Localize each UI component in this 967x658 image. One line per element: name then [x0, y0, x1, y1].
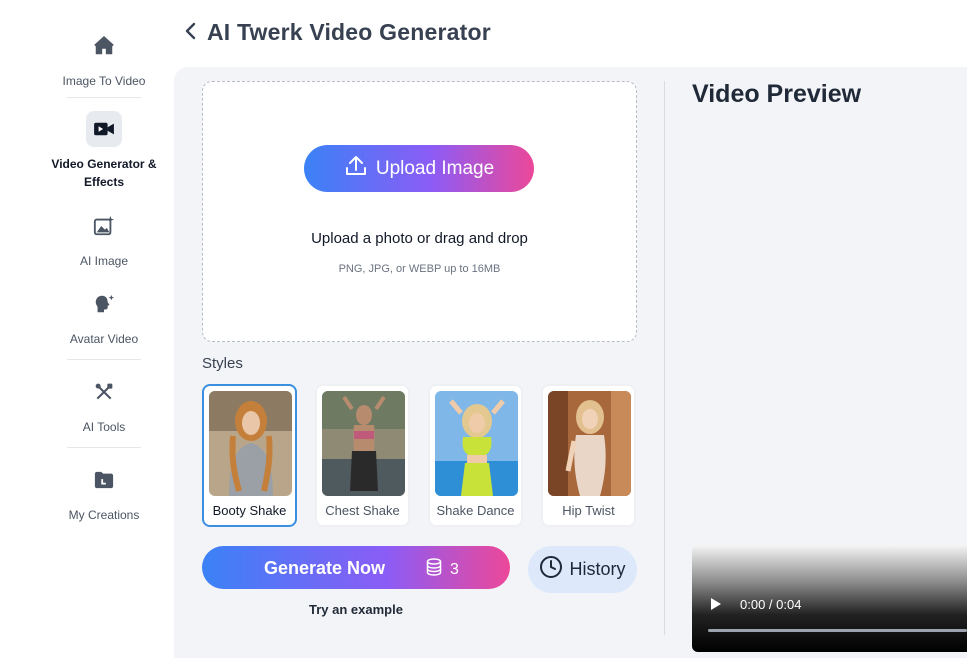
- video-player[interactable]: 0:00 / 0:04: [692, 545, 967, 652]
- home-icon: [86, 28, 122, 64]
- page-title: AI Twerk Video Generator: [207, 19, 491, 45]
- generate-now-label: Generate Now: [264, 558, 386, 578]
- column-divider: [664, 81, 665, 635]
- try-example-link[interactable]: Try an example: [202, 602, 510, 617]
- style-name: Booty Shake: [212, 503, 287, 518]
- style-card-shake-dance[interactable]: Shake Dance: [428, 384, 523, 527]
- upload-icon: [344, 154, 376, 184]
- tools-icon: [86, 374, 122, 410]
- play-icon: [710, 598, 722, 615]
- video-preview-title: Video Preview: [692, 80, 862, 108]
- sidebar-item-label: AI Tools: [82, 420, 126, 434]
- back-button[interactable]: [180, 22, 200, 44]
- upload-image-button[interactable]: Upload Image: [304, 145, 534, 192]
- folder-icon: [86, 462, 122, 498]
- style-card-booty-shake[interactable]: Booty Shake: [202, 384, 297, 527]
- sidebar-divider: [67, 359, 141, 360]
- credit-cost: 3: [426, 558, 459, 581]
- sidebar-item-label: Avatar Video: [69, 332, 139, 346]
- sidebar-item-label: Video Generator & Effects: [51, 157, 157, 189]
- avatar-head-icon: [86, 286, 122, 322]
- styles-heading: Styles: [202, 355, 243, 372]
- history-button[interactable]: History: [528, 546, 637, 593]
- video-time: 0:00 / 0:04: [740, 597, 802, 612]
- style-thumbnail: [548, 391, 631, 496]
- credit-count: 3: [450, 560, 459, 578]
- upload-image-label: Upload Image: [375, 157, 495, 179]
- sidebar-divider: [67, 447, 141, 448]
- generate-now-button[interactable]: Generate Now 3: [202, 546, 510, 589]
- sidebar-item-label: AI Image: [79, 254, 129, 268]
- upload-dropzone[interactable]: [202, 81, 637, 342]
- style-thumbnail: [209, 391, 292, 496]
- video-progress-bar[interactable]: [708, 629, 967, 632]
- sidebar-divider: [67, 97, 141, 98]
- video-camera-icon: [86, 111, 122, 147]
- history-label: History: [569, 559, 626, 579]
- sidebar-item-label: Image To Video: [62, 74, 146, 88]
- style-card-chest-shake[interactable]: Chest Shake: [315, 384, 410, 527]
- style-thumbnail: [435, 391, 518, 496]
- ai-image-icon: [86, 208, 122, 244]
- play-button[interactable]: [710, 597, 724, 611]
- style-name: Shake Dance: [436, 503, 515, 518]
- sidebar-item-label: My Creations: [68, 508, 140, 522]
- style-name: Chest Shake: [325, 503, 400, 518]
- upload-hint: Upload a photo or drag and drop: [311, 230, 528, 247]
- style-card-hip-twist[interactable]: Hip Twist: [541, 384, 636, 527]
- clock-icon: [539, 555, 569, 584]
- upload-formats: PNG, JPG, or WEBP up to 16MB: [338, 263, 501, 275]
- style-name: Hip Twist: [562, 503, 615, 518]
- chevron-left-icon: [184, 22, 196, 45]
- style-thumbnail: [322, 391, 405, 496]
- coins-icon: [426, 558, 450, 581]
